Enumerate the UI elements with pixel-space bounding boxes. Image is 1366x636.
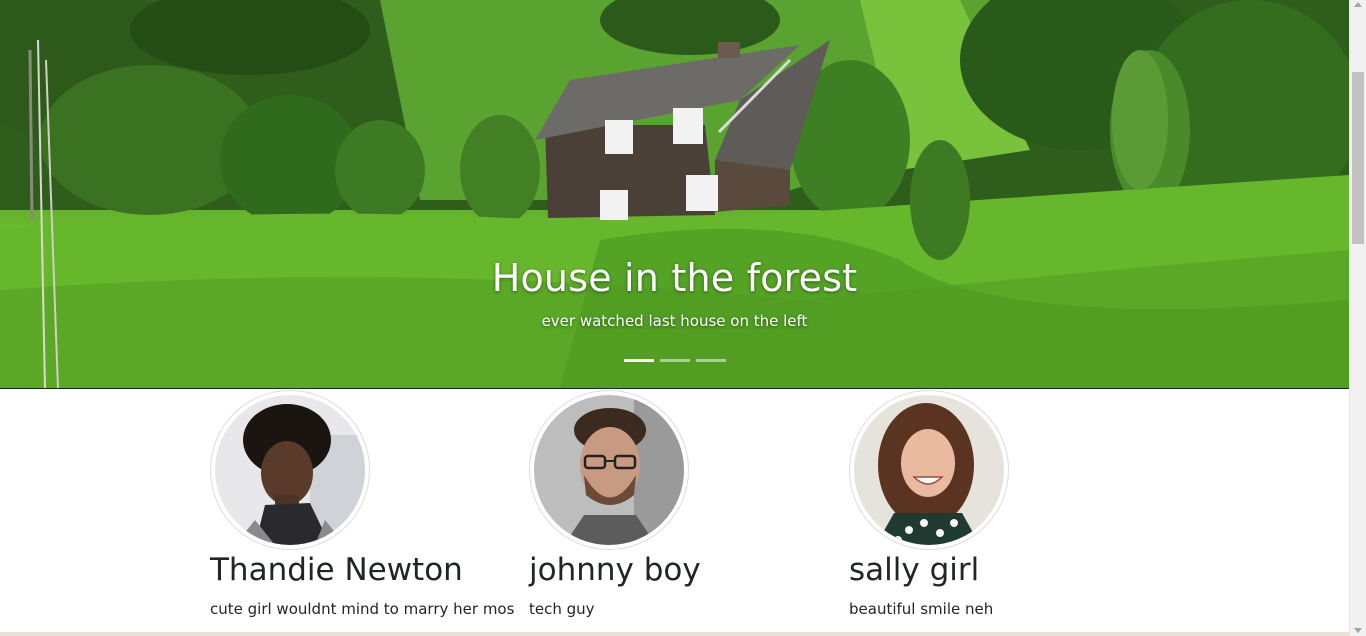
carousel-indicator-3[interactable] [695, 359, 726, 362]
scroll-up-arrow-icon[interactable] [1354, 2, 1362, 7]
scrollbar-thumb[interactable] [1352, 72, 1364, 244]
avatar [849, 390, 1009, 550]
profile-name: johnny boy [529, 552, 701, 588]
avatar-thandie-image [215, 395, 365, 545]
hero-subtitle: ever watched last house on the left [541, 312, 808, 330]
carousel-indicator-2[interactable] [659, 359, 690, 362]
section-divider [0, 632, 1349, 636]
carousel-indicators [0, 359, 1349, 362]
profile-text: beautiful smile neh [849, 600, 994, 618]
hero-title: House in the forest [491, 256, 858, 300]
profile-card-thandie: Thandie Newton cute girl wouldnt mind to… [210, 390, 514, 618]
profile-card-sally: sally girl beautiful smile neh [849, 390, 1149, 618]
profile-text: tech guy [529, 600, 595, 618]
profile-name: Thandie Newton [210, 552, 463, 588]
avatar [210, 390, 370, 550]
profile-card-johnny: johnny boy tech guy [529, 390, 829, 618]
hero-carousel[interactable]: House in the forest ever watched last ho… [0, 0, 1349, 389]
profile-text: cute girl wouldnt mind to marry her mos [210, 600, 515, 618]
avatar-sally-image [854, 395, 1004, 545]
profile-name: sally girl [849, 552, 980, 588]
avatar-johnny-image [534, 395, 684, 545]
avatar [529, 390, 689, 550]
hero-image [0, 0, 1349, 388]
page-scrollbar[interactable] [1349, 0, 1366, 636]
scroll-down-arrow-icon[interactable] [1354, 628, 1362, 633]
carousel-indicator-1[interactable] [623, 359, 654, 362]
